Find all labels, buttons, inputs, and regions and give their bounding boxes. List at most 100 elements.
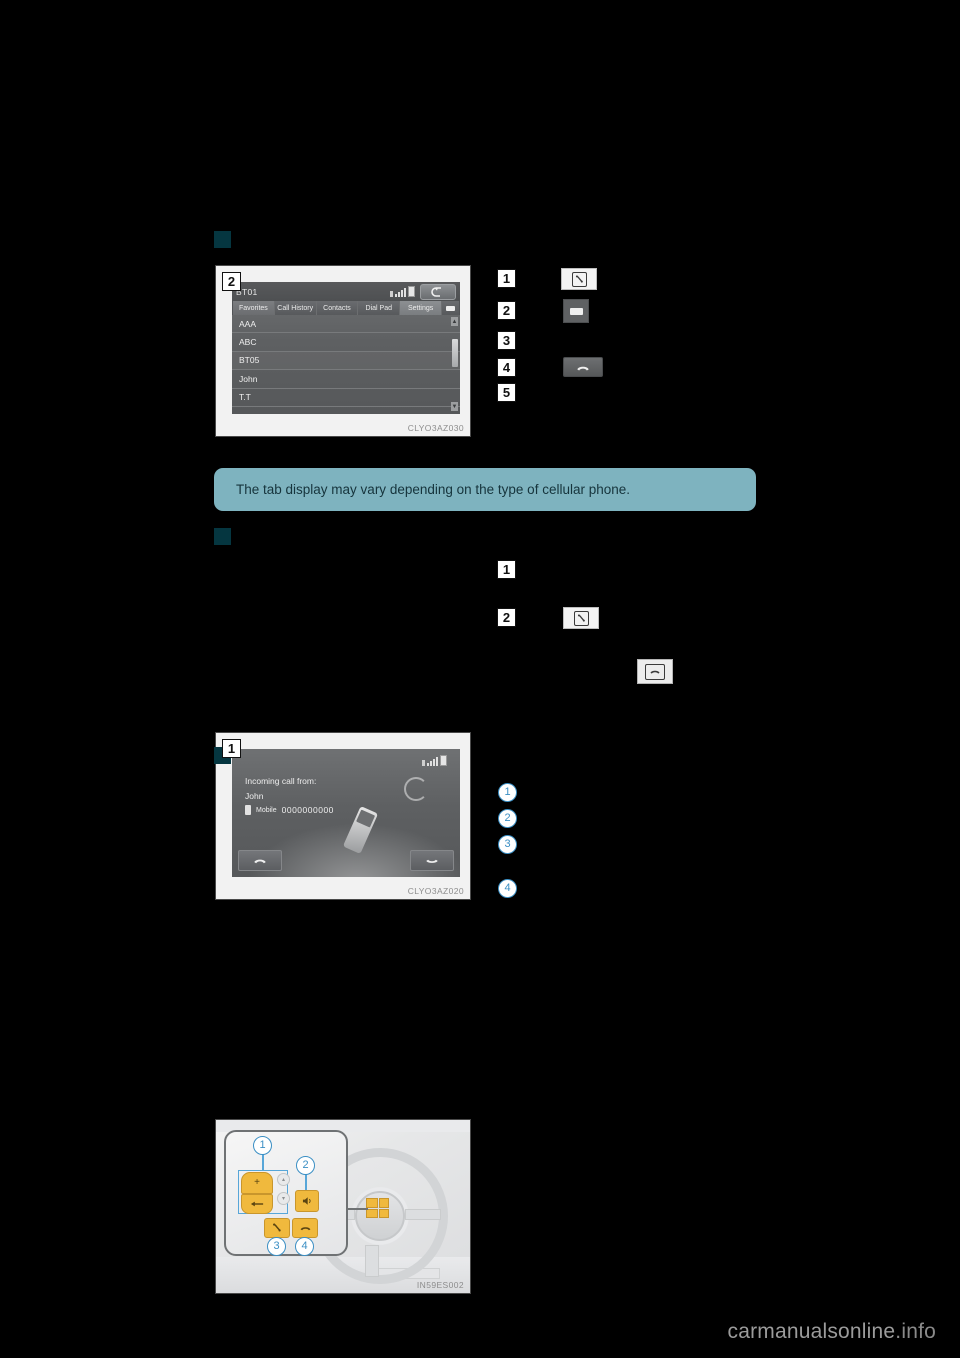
- scrollbar-thumb[interactable]: [452, 339, 458, 367]
- figure-incoming-call: 1 Incoming call from: John Mobile 000000…: [215, 732, 471, 900]
- ringing-spinner-icon: [404, 777, 428, 801]
- bluetooth-icon: [422, 760, 425, 766]
- status-icons: [422, 755, 447, 766]
- figure-phone-screen: 2 BT01 Favorites Call History Contacts D…: [215, 265, 471, 437]
- incoming-call-screen: Incoming call from: John Mobile 00000000…: [232, 749, 460, 877]
- minimize-icon[interactable]: [441, 301, 459, 315]
- back-button: [241, 1194, 273, 1214]
- footer-watermark: carmanualsonline.info: [728, 1320, 937, 1344]
- screen-tab-bar[interactable]: Favorites Call History Contacts Dial Pad…: [232, 301, 460, 315]
- caller-name: John: [245, 791, 264, 801]
- cellphone-illustration: [342, 805, 378, 854]
- scroll-up-icon[interactable]: ▲: [451, 317, 458, 326]
- list-scrollbar[interactable]: ▲ ▼: [451, 315, 458, 414]
- figure-steering-controls: 1 + ▴ ▾ 2 3 4 IN59ES002: [215, 1119, 471, 1294]
- minimize-bar-icon: [569, 307, 583, 315]
- callout-circle-1: 1: [498, 783, 517, 802]
- callout-number-2: 2: [497, 301, 516, 320]
- back-button[interactable]: [420, 283, 456, 300]
- list-item[interactable]: ABC: [232, 333, 460, 352]
- back-arrow-icon: [250, 1201, 264, 1207]
- screen-title: BT01: [236, 286, 258, 297]
- list-item[interactable]: John: [232, 370, 460, 389]
- number-type-label: Mobile: [256, 806, 277, 814]
- mobile-phone-icon: [245, 805, 251, 815]
- on-hook-handset-icon: [645, 663, 665, 680]
- decline-call-button[interactable]: [410, 850, 454, 871]
- callout-circle-3: 3: [498, 835, 517, 854]
- contact-name: ABC: [239, 337, 257, 348]
- callout-circle-2: 2: [498, 809, 517, 828]
- callout-number-1: 1: [497, 269, 516, 288]
- tab-settings[interactable]: Settings: [400, 301, 442, 315]
- end-call-icon: [426, 859, 438, 863]
- on-hook-handset-icon: [300, 1227, 310, 1231]
- callout-circle-2: 2: [296, 1156, 315, 1175]
- talk-icon: [302, 1197, 311, 1205]
- callout-circle-1: 1: [253, 1136, 272, 1155]
- contact-name: John: [239, 373, 258, 384]
- on-hook-handset-key: [563, 357, 603, 377]
- down-button: ▾: [277, 1192, 290, 1205]
- on-hook-handset-key: [637, 659, 673, 684]
- answer-call-icon: [254, 859, 266, 864]
- tab-dial-pad[interactable]: Dial Pad: [358, 301, 401, 315]
- status-icons: [390, 286, 415, 297]
- list-item[interactable]: T.T: [232, 389, 460, 407]
- off-hook-button: [264, 1218, 290, 1238]
- footer-brand: carmanualsonline: [727, 1320, 896, 1343]
- callout-number-4: 4: [497, 358, 516, 377]
- volume-up-button: +: [241, 1172, 273, 1194]
- incoming-call-label: Incoming call from:: [245, 776, 317, 786]
- battery-icon: [408, 286, 415, 297]
- off-hook-handset-icon: [571, 271, 587, 287]
- talk-button: [295, 1190, 319, 1212]
- figure-code: CLYO3AZ030: [407, 423, 464, 433]
- switch-zoom-panel: 1 + ▴ ▾ 2 3 4: [224, 1130, 348, 1256]
- contact-name: AAA: [239, 318, 257, 329]
- caller-number-row: Mobile 0000000000: [245, 805, 334, 815]
- up-button: ▴: [277, 1173, 290, 1186]
- car-interior-illustration: 1 + ▴ ▾ 2 3 4: [216, 1120, 470, 1293]
- notice-text: The tab display may vary depending on th…: [236, 482, 630, 497]
- manual-page: 2 BT01 Favorites Call History Contacts D…: [0, 0, 960, 1358]
- off-hook-handset-key: [563, 607, 599, 629]
- callout-number-3: 3: [497, 331, 516, 350]
- figure-code: CLYO3AZ020: [407, 886, 464, 896]
- contact-name: BT05: [239, 355, 260, 366]
- caller-number: 0000000000: [281, 805, 334, 815]
- screen-header: BT01: [232, 282, 460, 301]
- footer-tld: .info: [895, 1320, 936, 1343]
- list-item[interactable]: BT05: [232, 351, 460, 371]
- figure-number-badge: 1: [222, 739, 241, 758]
- callout-circle-3: 3: [267, 1237, 286, 1256]
- tab-contacts[interactable]: Contacts: [316, 301, 359, 315]
- on-hook-button: [292, 1218, 318, 1238]
- off-hook-handset-key: [561, 268, 597, 290]
- incoming-call-info: Incoming call from: John Mobile 00000000…: [245, 776, 334, 815]
- contact-list[interactable]: AAA ABC BT05 John T.T ▲ ▼: [232, 315, 460, 414]
- scroll-down-icon[interactable]: ▼: [451, 402, 458, 411]
- back-arrow-icon: [431, 286, 441, 297]
- wheel-spoke-right: [405, 1209, 441, 1220]
- figure-code: IN59ES002: [416, 1280, 464, 1290]
- section-marker-phone-screen: [214, 231, 231, 248]
- chevron-up-icon: ▴: [281, 1177, 285, 1183]
- callout-number-2: 2: [497, 608, 516, 627]
- notice-bar: The tab display may vary depending on th…: [214, 468, 756, 511]
- off-hook-handset-icon: [273, 1223, 281, 1232]
- battery-icon: [440, 755, 447, 766]
- plus-icon: +: [254, 1177, 260, 1188]
- signal-bars-icon: [395, 288, 406, 297]
- tab-call-history[interactable]: Call History: [274, 301, 317, 315]
- bluetooth-icon: [390, 291, 393, 297]
- list-item[interactable]: AAA: [232, 315, 460, 334]
- tab-favorites[interactable]: Favorites: [233, 301, 275, 315]
- contact-name: T.T: [239, 392, 251, 403]
- section-marker-incoming-call: [214, 528, 231, 545]
- figure-number-badge: 2: [222, 272, 241, 291]
- callout-circle-4: 4: [295, 1237, 314, 1256]
- on-hook-handset-icon: [577, 366, 589, 370]
- signal-bars-icon: [427, 757, 438, 766]
- answer-call-button[interactable]: [238, 850, 282, 871]
